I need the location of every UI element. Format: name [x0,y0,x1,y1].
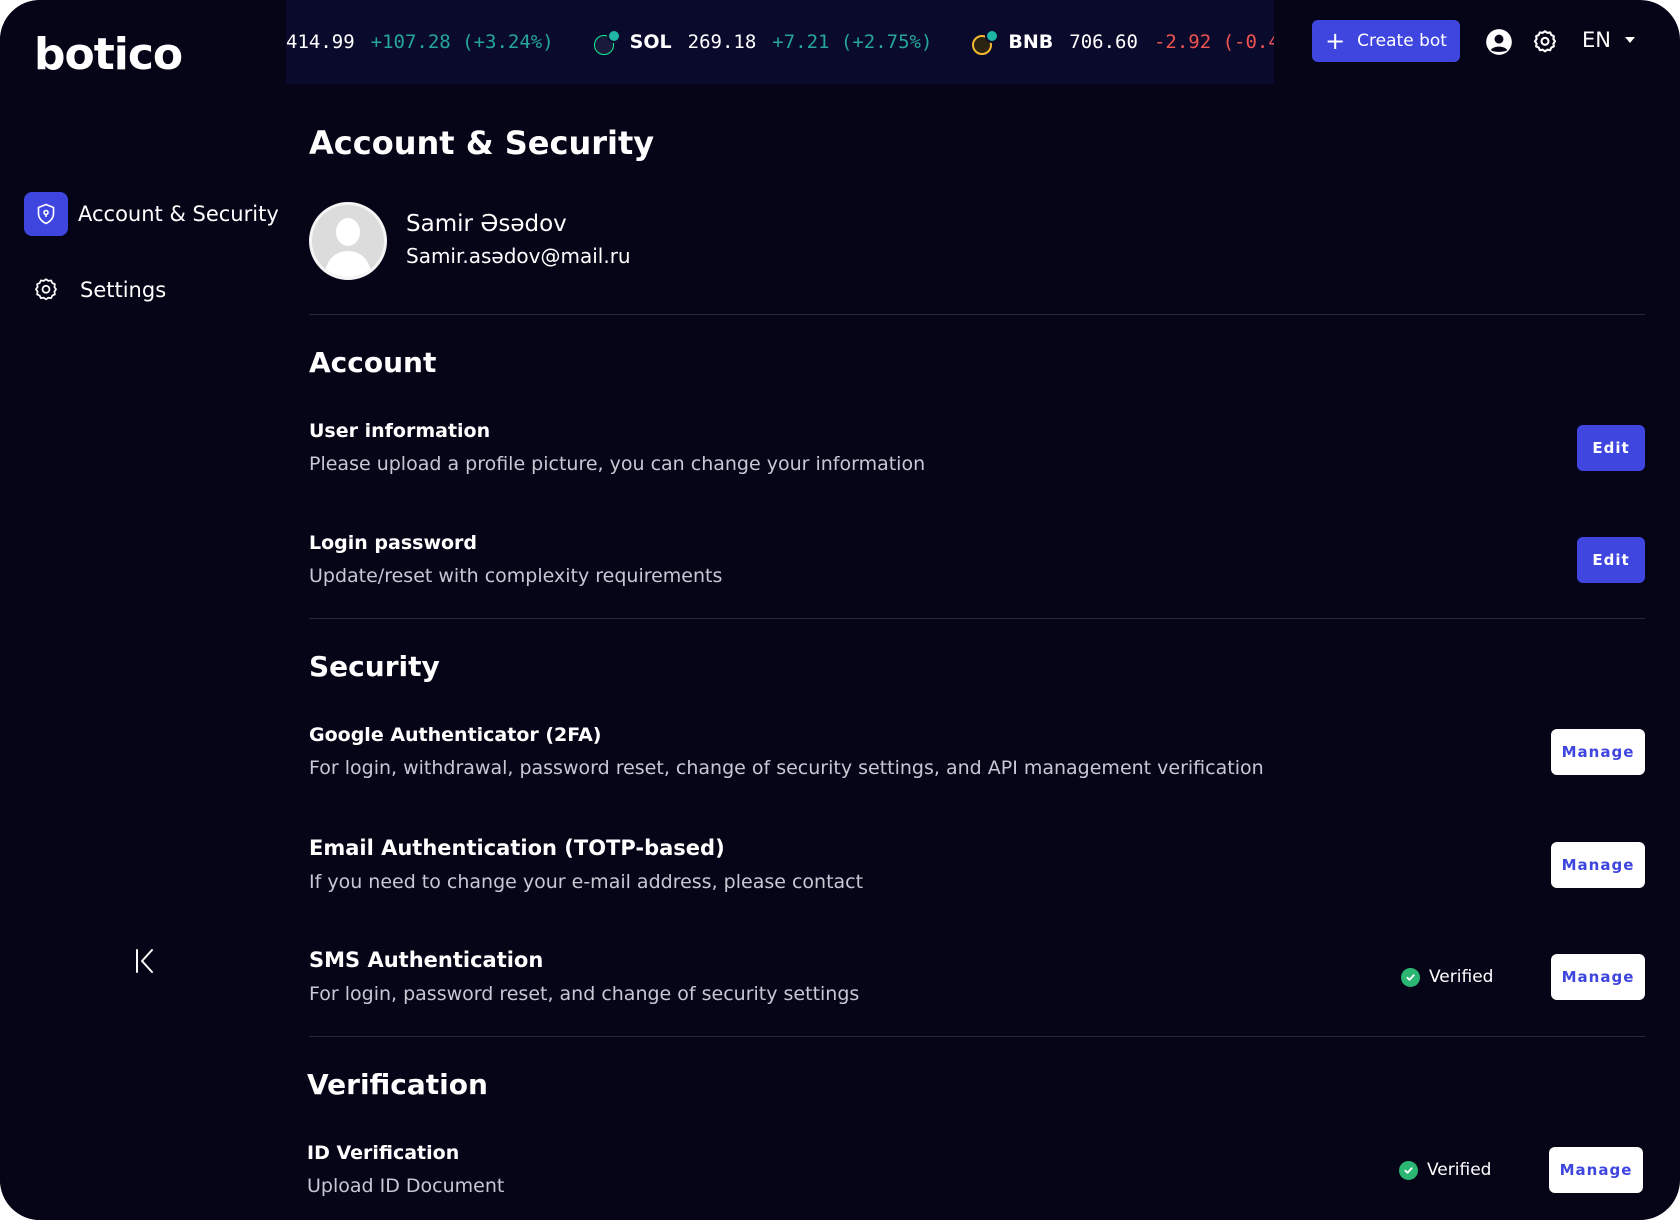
edit-login-password-button[interactable]: Edit [1577,537,1645,583]
ticker-price: 706.60 [1069,31,1138,53]
sidebar-item-account-security[interactable]: Account & Security [24,192,279,236]
avatar[interactable] [309,202,387,280]
sidebar-item-label: Account & Security [78,202,279,226]
create-bot-label: Create bot [1357,31,1447,51]
check-circle-icon [1399,1160,1418,1180]
ticker-symbol: BNB [1008,31,1054,53]
manage-sms-authentication-button[interactable]: Manage [1551,954,1645,1000]
collapse-left-icon[interactable] [130,944,160,978]
manage-id-verification-button[interactable]: Manage [1549,1147,1643,1193]
ticker-item[interactable]: BNB 706.60 -2.92 (-0.41%) [972,29,1274,55]
gear-icon [24,268,68,312]
ticker-price: 414.99 [286,31,355,53]
divider [309,1036,1645,1037]
create-bot-button[interactable]: + Create bot [1312,20,1460,62]
row-title-user-information: User information [309,420,491,442]
plus-icon: + [1325,27,1346,55]
row-title-login-password: Login password [309,532,478,554]
row-desc-id-verification: Upload ID Document [307,1175,505,1197]
sidebar-item-label: Settings [80,278,167,302]
ticker-price: 269.18 [687,31,757,53]
check-circle-icon [1401,967,1420,987]
row-title-id-verification: ID Verification [307,1142,460,1164]
section-title-security: Security [309,650,440,683]
row-title-email-authentication: Email Authentication (TOTP-based) [309,836,725,860]
profile-summary: Samir Əsədov Samir.asədov@mail.ru [309,202,631,280]
ticker-item[interactable]: SOL 269.18 +7.21 (+2.75%) [593,29,933,55]
ticker-change: -2.92 (-0.41%) [1153,31,1274,53]
solana-coin-icon [593,29,621,55]
language-label: EN [1582,28,1611,52]
edit-user-information-button[interactable]: Edit [1577,425,1645,471]
row-title-google-authenticator: Google Authenticator (2FA) [309,724,602,746]
shield-icon [24,192,68,236]
price-ticker: 414.99 +107.28 (+3.24%) SOL 269.18 +7.21… [286,0,1274,84]
ticker-change: +107.28 (+3.24%) [370,31,554,53]
app-window: botico Account & Security Settings 414.9… [0,0,1680,1220]
sidebar-item-settings[interactable]: Settings [24,268,166,312]
language-selector[interactable]: EN [1582,28,1635,52]
ticker-item[interactable]: 414.99 +107.28 (+3.24%) [286,31,554,53]
row-desc-user-information: Please upload a profile picture, you can… [309,453,926,475]
chevron-down-icon [1624,37,1635,43]
section-title-account: Account [309,346,437,379]
gear-icon[interactable] [1531,28,1559,56]
row-desc-email-authentication: If you need to change your e-mail addres… [309,871,864,893]
user-circle-icon[interactable] [1485,28,1513,56]
divider [309,314,1645,315]
status-label: Verified [1427,1160,1492,1180]
sidebar: botico Account & Security Settings [0,0,286,1220]
manage-email-authentication-button[interactable]: Manage [1551,842,1645,888]
ticker-change: +7.21 (+2.75%) [772,31,933,53]
section-title-verification: Verification [307,1068,488,1101]
status-label: Verified [1429,967,1494,987]
row-title-sms-authentication: SMS Authentication [309,948,544,972]
ticker-symbol: SOL [629,31,672,53]
page-title: Account & Security [309,124,655,162]
brand-logo[interactable]: botico [34,28,183,82]
bnb-coin-icon [972,29,1000,55]
row-desc-login-password: Update/reset with complexity requirement… [309,565,723,587]
status-badge: Verified [1401,967,1493,987]
status-badge: Verified [1399,1160,1491,1180]
profile-name: Samir Əsədov [406,211,567,237]
profile-email: Samir.asədov@mail.ru [406,244,631,268]
row-desc-sms-authentication: For login, password reset, and change of… [309,983,860,1005]
row-desc-google-authenticator: For login, withdrawal, password reset, c… [309,757,1264,779]
divider [309,618,1645,619]
manage-google-authenticator-button[interactable]: Manage [1551,729,1645,775]
